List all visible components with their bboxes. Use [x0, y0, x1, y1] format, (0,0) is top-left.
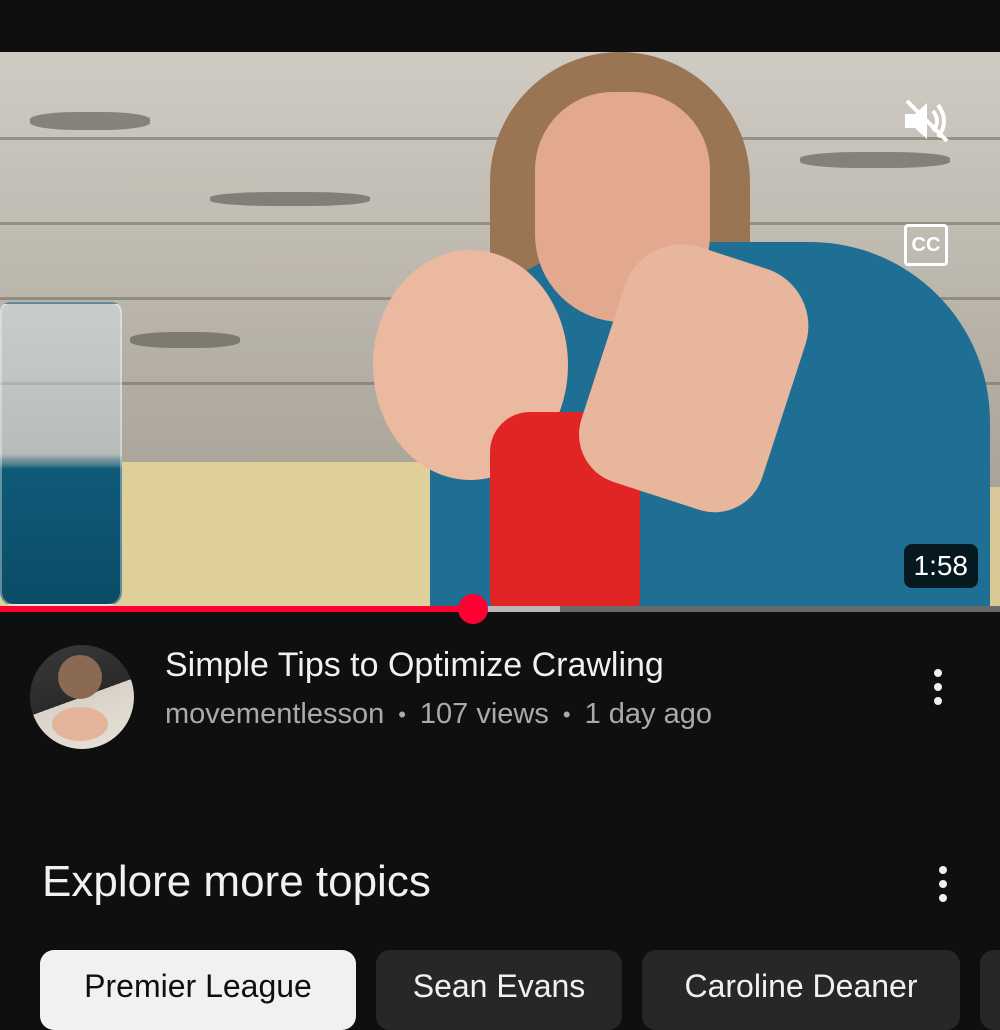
- wood-texture: [800, 152, 950, 168]
- water-jar: [0, 302, 122, 606]
- scrubber-handle[interactable]: [458, 594, 488, 624]
- video-player[interactable]: CC 1:58: [0, 52, 1000, 610]
- wood-texture: [130, 332, 240, 348]
- played-bar: [0, 606, 473, 612]
- channel-name[interactable]: movementlesson: [165, 698, 384, 731]
- video-title[interactable]: Simple Tips to Optimize Crawling: [165, 646, 664, 685]
- chip-caroline-deaner[interactable]: Caroline Deaner: [642, 950, 960, 1030]
- avatar-baby: [52, 707, 108, 741]
- video-duration-badge: 1:58: [903, 544, 978, 588]
- wood-texture: [210, 192, 370, 206]
- channel-avatar[interactable]: [30, 645, 134, 749]
- topic-chips: Premier League Sean Evans Caroline Deane…: [40, 950, 1000, 1030]
- separator-dot: •: [562, 701, 571, 727]
- explore-section-title: Explore more topics: [42, 857, 431, 906]
- wood-texture: [30, 112, 150, 130]
- video-progress-bar[interactable]: [0, 594, 1000, 624]
- captions-button[interactable]: CC: [904, 224, 948, 266]
- video-metadata: movementlesson • 107 views • 1 day ago: [165, 698, 712, 731]
- video-more-options-icon[interactable]: [923, 657, 953, 717]
- chip-sean-evans[interactable]: Sean Evans: [376, 950, 622, 1030]
- volume-off-icon[interactable]: [898, 96, 956, 146]
- chip-premier-league[interactable]: Premier League: [40, 950, 356, 1030]
- view-count: 107 views: [419, 698, 549, 730]
- status-bar-area: [0, 0, 1000, 52]
- separator-dot: •: [398, 701, 406, 727]
- avatar-person: [58, 655, 102, 699]
- explore-more-options-icon[interactable]: [928, 854, 958, 914]
- chip-overflow[interactable]: [980, 950, 1000, 1030]
- upload-age: 1 day ago: [584, 698, 712, 730]
